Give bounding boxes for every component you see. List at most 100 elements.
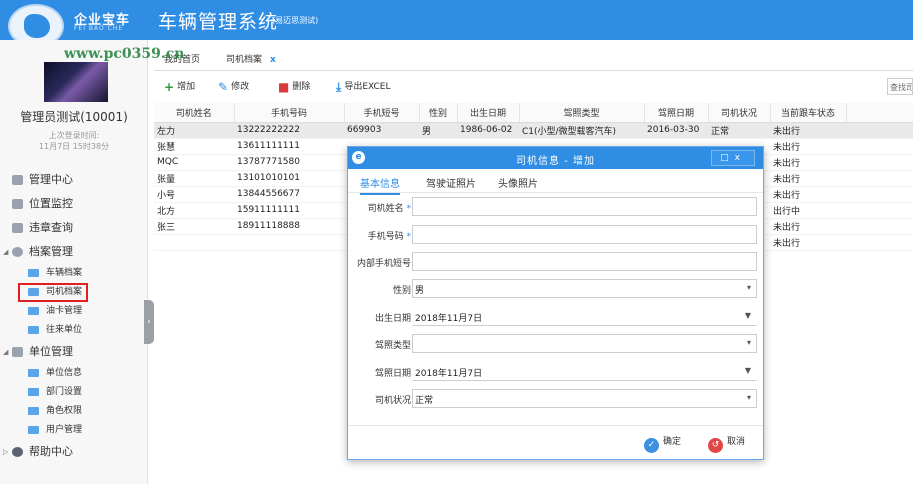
sidebar-item-user-management[interactable]: 用户管理	[0, 421, 148, 440]
check-icon: ✓	[644, 438, 659, 453]
form-row-phone: 手机号码 *	[348, 225, 763, 245]
birth-date-picker[interactable]: 2018年11月7日 ▼	[412, 307, 757, 326]
undo-icon: ↺	[708, 438, 723, 453]
table-cell: 2016-03-30	[644, 122, 708, 139]
delete-button[interactable]: ■ 删除	[278, 79, 310, 94]
column-header[interactable]: 司机状况	[708, 103, 771, 123]
chevron-down-icon: ▼	[744, 366, 751, 375]
maximize-icon[interactable]: □	[720, 153, 735, 163]
gender-value: 男	[415, 286, 425, 296]
license-date-picker[interactable]: 2018年11月7日 ▼	[412, 362, 757, 381]
sidebar-item-vehicle-archive[interactable]: 车辆档案	[0, 264, 148, 283]
add-button[interactable]: + 增加	[164, 79, 195, 94]
top-bar: 企业宝车 FEI BAO CHE 车辆管理系统 (易迈思测试)	[0, 0, 913, 48]
form-row-status: 司机状况 正常 ▾	[348, 389, 763, 409]
delete-button-label: 删除	[292, 82, 311, 92]
status-label: 司机状况	[374, 396, 411, 406]
app-title: 车辆管理系统	[158, 11, 279, 33]
folder-icon	[28, 325, 39, 334]
tab-basic-info[interactable]: 基本信息	[360, 175, 400, 195]
chevron-down-icon: ▼	[744, 311, 751, 320]
table-cell	[154, 234, 234, 251]
chart-icon	[12, 347, 23, 357]
license-type-label: 驾照类型	[374, 341, 411, 351]
tab-driver-archive[interactable]: 司机档案 x	[226, 52, 276, 65]
column-header[interactable]: 驾照日期	[644, 103, 709, 123]
driver-name-field[interactable]	[412, 197, 757, 216]
table-cell: 未出行	[770, 170, 846, 187]
form-row-short-number: 内部手机短号	[348, 252, 763, 272]
nav-label: 位置监控	[29, 197, 73, 210]
close-icon[interactable]: x	[735, 153, 746, 163]
edit-button[interactable]: ✎ 修改	[218, 79, 249, 94]
table-cell-empty	[846, 234, 913, 251]
table-cell-empty	[846, 218, 913, 235]
nav-label: 档案管理	[29, 245, 73, 258]
required-mark: *	[406, 204, 412, 214]
table-cell: 13611111111	[234, 138, 344, 155]
status-select[interactable]: 正常 ▾	[412, 389, 757, 408]
search-input[interactable]: 查找司	[887, 78, 913, 95]
table-cell-empty	[846, 122, 913, 139]
sidebar-item-role-permission[interactable]: 角色权限	[0, 402, 148, 421]
last-login: 上次登录时间: 11月7日 15时38分	[0, 130, 148, 152]
nav-item-management-center[interactable]: 管理中心	[0, 168, 148, 192]
export-excel-button[interactable]: ⤓ 导出EXCEL	[336, 79, 391, 95]
license-type-select[interactable]: ▾	[412, 334, 757, 353]
cancel-button[interactable]: ↺ 取消	[708, 434, 745, 453]
nav-item-location-monitor[interactable]: 位置监控	[0, 192, 148, 216]
nav-group-help[interactable]: ▷ 帮助中心	[0, 440, 148, 464]
nav-label: 往来单位	[46, 325, 83, 335]
sidebar-item-driver-archive[interactable]: 司机档案	[18, 283, 88, 302]
nav-label: 司机档案	[46, 287, 83, 297]
form-row-gender: 性别 男 ▾	[348, 279, 763, 299]
table-cell: C1(小型/微型载客汽车)	[519, 122, 644, 139]
sidebar-item-partner-unit[interactable]: 往来单位	[0, 321, 148, 340]
nav-label: 单位信息	[46, 368, 83, 378]
table-cell: 张慧	[154, 138, 234, 155]
dialog-header: e 司机信息 - 增加 □x	[348, 147, 763, 169]
column-header[interactable]: 当前跟车状态	[770, 103, 847, 123]
column-header[interactable]: 手机号码	[234, 103, 345, 123]
table-cell: 669903	[344, 122, 419, 139]
table-cell: 出行中	[770, 202, 846, 219]
sidebar-item-unit-info[interactable]: 单位信息	[0, 364, 148, 383]
nav-group-unit[interactable]: ◢ 单位管理	[0, 340, 148, 364]
table-cell: 13222222222	[234, 122, 344, 139]
sidebar-item-department[interactable]: 部门设置	[0, 383, 148, 402]
column-header[interactable]: 出生日期	[457, 103, 520, 123]
folder-icon	[28, 287, 39, 296]
table-row[interactable]: 左力 13222222222 669903 男 1986-06-02 C1(小型/微型载客…	[154, 122, 913, 139]
trash-icon: ■	[278, 80, 290, 94]
nav-item-violation-query[interactable]: 违章查询	[0, 216, 148, 240]
table-cell: 未出行	[770, 122, 846, 139]
nav-menu: 管理中心 位置监控 违章查询 ◢ 档案管理 车辆档案 司机档案 油卡管理 往来单位…	[0, 168, 148, 464]
table-header-row: 司机姓名 手机号码 手机短号 性别 出生日期 驾照类型 驾照日期 司机状况 当前…	[154, 103, 913, 123]
ok-button[interactable]: ✓ 确定	[644, 434, 681, 453]
tab-license-photo[interactable]: 驾驶证照片	[426, 175, 476, 190]
phone-field[interactable]	[412, 225, 757, 244]
tab-avatar-photo[interactable]: 头像照片	[498, 175, 538, 190]
nav-label: 单位管理	[29, 345, 73, 358]
short-number-field[interactable]	[412, 252, 757, 271]
table-cell: 13844556677	[234, 186, 344, 203]
dialog-title: 司机信息 - 增加	[516, 156, 595, 167]
table-cell-empty	[846, 170, 913, 187]
table-cell-empty	[846, 154, 913, 171]
car-icon	[12, 175, 23, 185]
user-name: 管理员测试(10001)	[20, 110, 128, 124]
gender-select[interactable]: 男 ▾	[412, 279, 757, 298]
table-cell: MQC	[154, 154, 234, 171]
nav-group-archive[interactable]: ◢ 档案管理	[0, 240, 148, 264]
column-header[interactable]: 司机姓名	[154, 103, 235, 123]
sidebar-item-fuel-card[interactable]: 油卡管理	[0, 302, 148, 321]
table-cell: 北方	[154, 202, 234, 219]
column-header[interactable]: 手机短号	[344, 103, 420, 123]
chevron-down-icon: ▾	[746, 283, 751, 292]
column-header[interactable]: 驾照类型	[519, 103, 645, 123]
column-header[interactable]: 性别	[419, 103, 458, 123]
chevron-down-icon: ▾	[746, 393, 751, 402]
nav-label: 角色权限	[46, 406, 83, 416]
close-icon[interactable]: x	[270, 55, 276, 65]
sidebar-collapse-handle[interactable]: ‹	[144, 300, 154, 344]
